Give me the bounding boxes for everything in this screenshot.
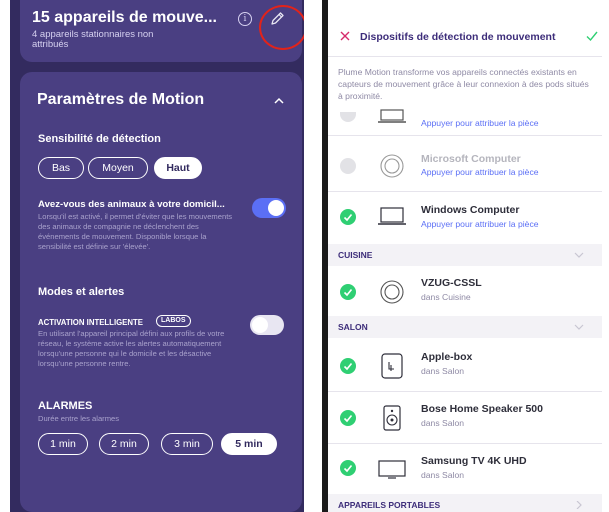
pets-label: Avez-vous des animaux à votre domicil... [38, 199, 225, 210]
sensitivity-medium-button[interactable]: Moyen [88, 157, 148, 179]
device-room: dans Cuisine [421, 292, 471, 302]
sensitivity-low-button[interactable]: Bas [38, 157, 84, 179]
sensitivity-label: Sensibilité de détection [38, 133, 161, 145]
assign-room-link[interactable]: Appuyer pour attribuer la pièce [421, 167, 539, 177]
smart-activation-description: En utilisant l'appareil principal défini… [38, 329, 225, 368]
section-header-portables[interactable]: APPAREILS PORTABLES [328, 494, 602, 512]
smart-activation-toggle[interactable] [250, 315, 284, 335]
labs-badge: LABOS [156, 315, 191, 327]
summary-subtitle: 4 appareils stationnaires non attribués [32, 29, 154, 50]
modes-alerts-label: Modes et alertes [38, 286, 125, 298]
alarms-label: ALARMES [38, 400, 93, 412]
chevron-down-icon[interactable] [574, 251, 584, 259]
divider [328, 135, 602, 136]
check-icon[interactable] [586, 30, 598, 42]
pets-toggle[interactable] [252, 198, 286, 218]
red-annotation-circle [259, 5, 304, 50]
smart-activation-label: ACTIVATION INTELLIGENTE [38, 318, 143, 327]
laptop-icon [378, 207, 406, 225]
motion-settings-screen: 15 appareils de mouve... 4 appareils sta… [10, 0, 304, 512]
header: Dispositifs de détection de mouvement [338, 24, 602, 50]
toggle-knob [252, 317, 268, 333]
screenshot-stage: 15 appareils de mouve... 4 appareils sta… [0, 0, 609, 512]
device-name: VZUG-CSSL [421, 277, 482, 289]
check-icon[interactable] [340, 410, 356, 426]
appliance-icon [380, 280, 404, 304]
divider [328, 56, 602, 57]
divider [328, 443, 602, 444]
device-room: dans Salon [421, 470, 465, 480]
panel-title: Paramètres de Motion [37, 91, 205, 108]
toggle-knob [268, 200, 284, 216]
close-icon[interactable] [340, 31, 350, 41]
laptop-icon [378, 109, 406, 123]
page-title: Dispositifs de détection de mouvement [360, 31, 556, 43]
section-label: CUISINE [338, 250, 373, 260]
check-icon[interactable] [340, 358, 356, 374]
pets-description: Lorsqu'il est activé, il permet d'éviter… [38, 212, 233, 251]
check-icon[interactable] [340, 460, 356, 476]
device-name: Microsoft Computer [421, 153, 521, 165]
check-icon[interactable] [340, 284, 356, 300]
info-icon[interactable]: i [238, 12, 252, 26]
computer-icon [380, 154, 404, 178]
section-header-cuisine[interactable]: CUISINE [328, 244, 602, 266]
alarm-2min-button[interactable]: 2 min [99, 433, 149, 455]
motion-devices-screen: Dispositifs de détection de mouvement Pl… [322, 0, 602, 512]
tv-icon [378, 460, 406, 479]
device-name: Apple-box [421, 351, 473, 363]
alarm-5min-button[interactable]: 5 min [221, 433, 277, 455]
section-label: SALON [338, 322, 368, 332]
device-room: dans Salon [421, 366, 465, 376]
device-room: dans Salon [421, 418, 465, 428]
alarm-3min-button[interactable]: 3 min [161, 433, 213, 455]
speaker-icon [383, 405, 401, 431]
sensitivity-high-button[interactable]: Haut [154, 157, 202, 179]
chevron-right-icon[interactable] [574, 501, 584, 509]
divider [328, 191, 602, 192]
assign-room-link[interactable]: Appuyer pour attribuer la pièce [421, 118, 539, 128]
device-name: Windows Computer [421, 204, 520, 216]
assign-room-link[interactable]: Appuyer pour attribuer la pièce [421, 219, 539, 229]
divider [328, 391, 602, 392]
alarms-sublabel: Durée entre les alarmes [38, 414, 120, 423]
section-label: APPAREILS PORTABLES [338, 500, 441, 510]
set-top-box-icon [381, 353, 403, 379]
device-name: Samsung TV 4K UHD [421, 455, 527, 467]
motion-settings-panel: Paramètres de Motion Sensibilité de déte… [20, 72, 302, 512]
intro-text: Plume Motion transforme vos appareils co… [338, 67, 589, 101]
device-name: Bose Home Speaker 500 [421, 403, 543, 415]
check-icon[interactable] [340, 209, 356, 225]
alarm-1min-button[interactable]: 1 min [38, 433, 88, 455]
check-icon[interactable] [340, 158, 356, 174]
section-header-salon[interactable]: SALON [328, 316, 602, 338]
check-icon[interactable] [340, 112, 356, 122]
chevron-down-icon[interactable] [574, 323, 584, 331]
chevron-up-icon[interactable] [274, 96, 284, 106]
